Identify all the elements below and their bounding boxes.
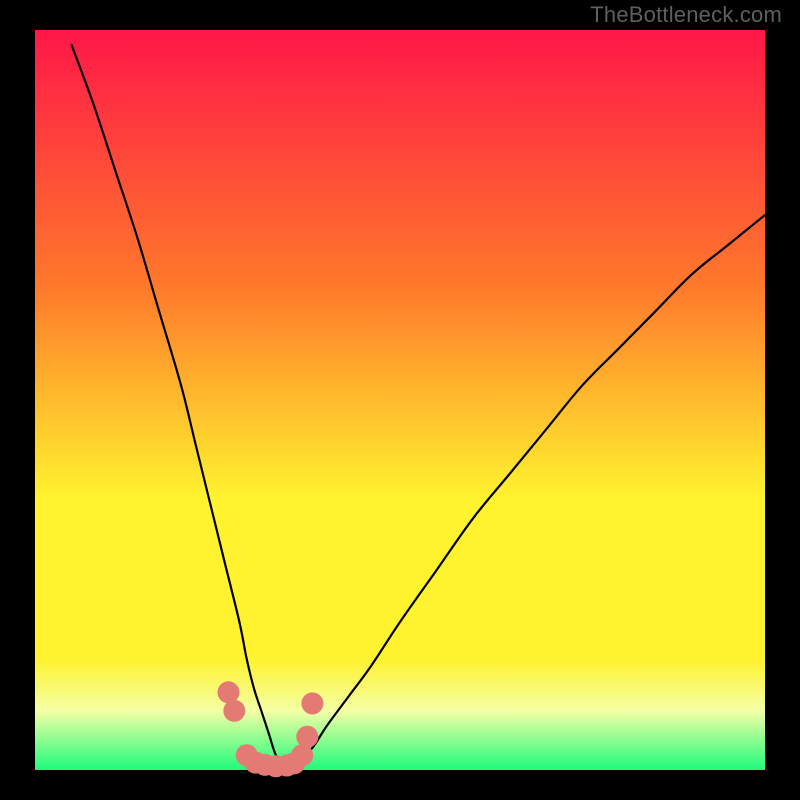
chart-frame: { "watermark": "TheBottleneck.com", "col… (0, 0, 800, 800)
watermark-text: TheBottleneck.com (590, 2, 782, 28)
curve-marker (223, 700, 245, 722)
curve-marker (301, 692, 323, 714)
bottleneck-chart (0, 0, 800, 800)
plot-background (35, 30, 765, 770)
curve-marker (291, 744, 313, 766)
curve-marker (296, 726, 318, 748)
